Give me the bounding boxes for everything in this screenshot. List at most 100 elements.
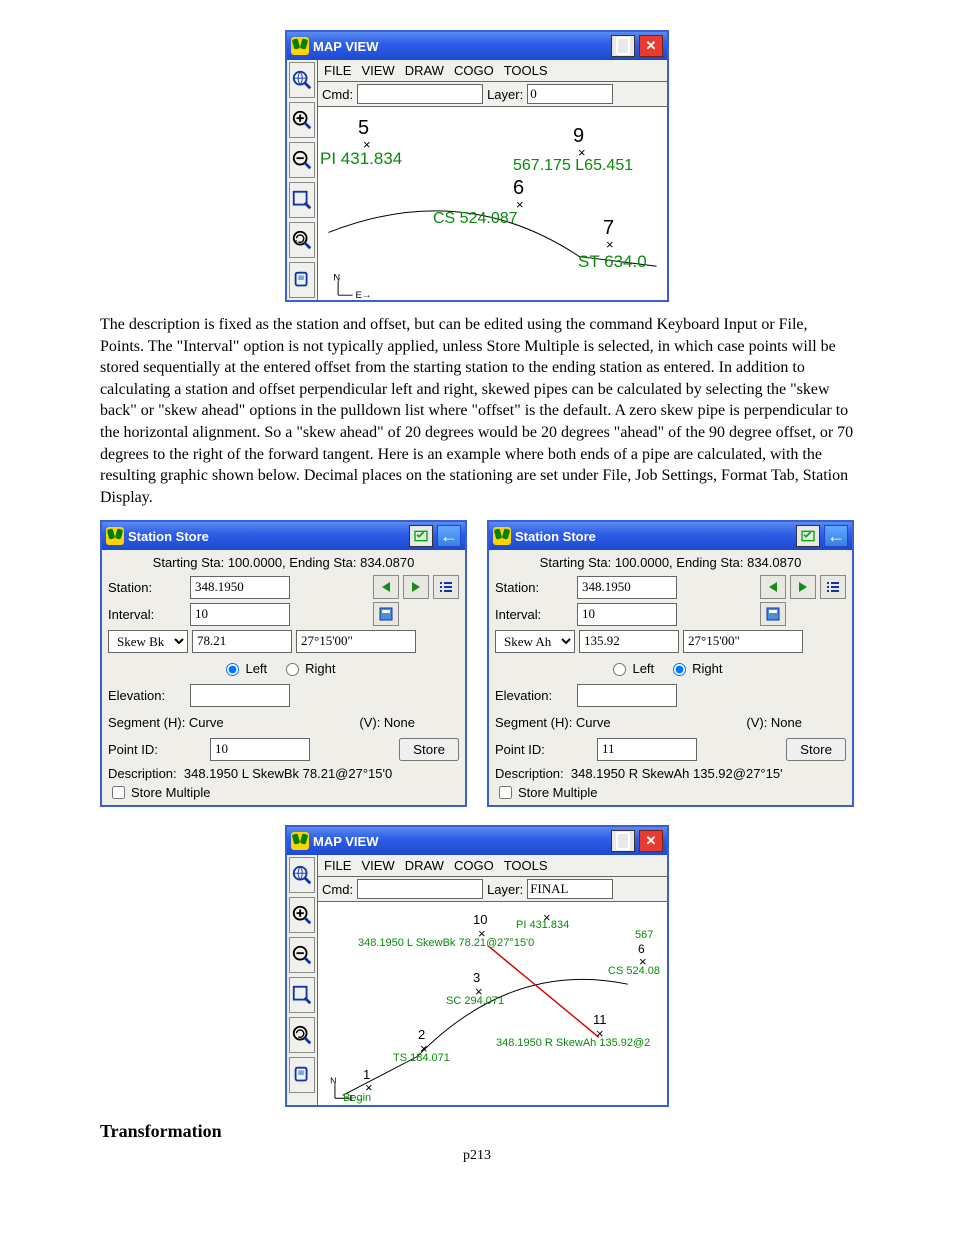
zoom-world-icon[interactable] (289, 62, 315, 98)
menu-draw[interactable]: DRAW (405, 858, 444, 873)
menu-draw[interactable]: DRAW (405, 63, 444, 78)
mapview-window-1: MAP VIEW ✕ FILE VIEW DRAW COGO TOOLS Cmd… (285, 30, 669, 302)
pi-label: PI 431.834 (516, 919, 569, 931)
skew-angle-input[interactable] (683, 630, 803, 653)
store-multiple-checkbox[interactable]: Store Multiple (495, 783, 597, 802)
zoom-in-icon[interactable] (289, 897, 315, 933)
prev-arrow-icon[interactable] (760, 575, 786, 599)
menubar: FILE VIEW DRAW COGO TOOLS (318, 60, 667, 82)
window-title: Station Store (128, 529, 209, 544)
elevation-input[interactable] (577, 684, 677, 707)
p567-label: 567 (635, 929, 653, 941)
list-icon[interactable] (820, 575, 846, 599)
menu-cogo[interactable]: COGO (454, 858, 494, 873)
back-button[interactable]: ← (437, 525, 461, 547)
sc-label: SC 294.071 (446, 995, 504, 1007)
menu-file[interactable]: FILE (324, 63, 351, 78)
zoom-world-icon[interactable] (289, 857, 315, 893)
skew-value-input[interactable] (192, 630, 292, 653)
map-canvas[interactable]: NE→ 5 × PI 431.834 9 × 567.175 L65.451 6… (318, 107, 667, 300)
store-multiple-checkbox[interactable]: Store Multiple (108, 783, 210, 802)
cmd-input[interactable] (357, 879, 483, 899)
left-radio[interactable]: Left (221, 660, 267, 676)
store-button[interactable]: Store (399, 738, 459, 761)
right-radio[interactable]: Right (668, 660, 722, 676)
layer-label: Layer: (487, 882, 523, 897)
cmd-input[interactable] (357, 84, 483, 104)
description-label: Description: (108, 766, 177, 781)
store-button[interactable]: Store (786, 738, 846, 761)
point-11: 11 (593, 1012, 607, 1027)
skewbk-label: 348.1950 L SkewBk 78.21@27°15'0 (358, 937, 534, 949)
station-input[interactable] (190, 576, 290, 599)
pointid-input[interactable] (597, 738, 697, 761)
zoom-out-icon[interactable] (289, 937, 315, 973)
left-radio[interactable]: Left (608, 660, 654, 676)
zoom-prev-icon[interactable] (289, 1017, 315, 1053)
back-button[interactable]: ← (824, 525, 848, 547)
menu-view[interactable]: VIEW (361, 63, 394, 78)
cs-label: CS 524.087 (433, 210, 518, 228)
next-arrow-icon[interactable] (790, 575, 816, 599)
menu-tools[interactable]: TOOLS (504, 63, 548, 78)
interval-input[interactable] (577, 603, 677, 626)
zoom-extents-icon[interactable] (289, 182, 315, 218)
app-logo-icon (291, 37, 309, 55)
calc-icon[interactable] (373, 602, 399, 626)
skew-select[interactable]: Skew Bk (108, 630, 188, 653)
skew-value-input[interactable] (579, 630, 679, 653)
station-input[interactable] (577, 576, 677, 599)
elevation-label: Elevation: (495, 688, 573, 703)
settings-button[interactable] (796, 525, 820, 547)
right-radio[interactable]: Right (281, 660, 335, 676)
interval-label: Interval: (108, 607, 186, 622)
close-button[interactable]: ✕ (639, 830, 663, 852)
app-logo-icon (291, 832, 309, 850)
list-icon[interactable] (433, 575, 459, 599)
zoom-prev-icon[interactable] (289, 222, 315, 258)
app-logo-icon (106, 527, 124, 545)
titlebar: MAP VIEW ✕ (287, 32, 667, 60)
cmd-label: Cmd: (322, 882, 353, 897)
map-canvas[interactable]: NE→ 10 × × PI 431.834 348.1950 L SkewBk … (318, 902, 667, 1105)
interval-label: Interval: (495, 607, 573, 622)
seg-label: 567.175 L65.451 (513, 157, 633, 175)
interval-input[interactable] (190, 603, 290, 626)
station-store-left: Station Store ← Starting Sta: 100.0000, … (100, 520, 467, 807)
layer-input[interactable] (527, 84, 613, 104)
svg-text:N: N (330, 1076, 336, 1086)
segment-h-label: Segment (H): Curve (108, 715, 224, 730)
close-button[interactable]: ✕ (639, 35, 663, 57)
elevation-input[interactable] (190, 684, 290, 707)
menu-view[interactable]: VIEW (361, 858, 394, 873)
pointid-input[interactable] (210, 738, 310, 761)
app-logo-icon (493, 527, 511, 545)
skew-angle-input[interactable] (296, 630, 416, 653)
st-label: ST 634.0 (578, 252, 647, 272)
window-title: MAP VIEW (313, 834, 379, 849)
menu-cogo[interactable]: COGO (454, 63, 494, 78)
cs-label: CS 524.08 (608, 965, 660, 977)
point-2: 2 (418, 1027, 425, 1042)
svg-text:E→: E→ (355, 290, 371, 300)
menu-file[interactable]: FILE (324, 858, 351, 873)
menu-tools[interactable]: TOOLS (504, 858, 548, 873)
layer-input[interactable] (527, 879, 613, 899)
zoom-extents-icon[interactable] (289, 977, 315, 1013)
pan-icon[interactable] (289, 1057, 315, 1093)
sta-range: Starting Sta: 100.0000, Ending Sta: 834.… (108, 553, 459, 572)
settings-button[interactable] (409, 525, 433, 547)
segment-v-label: (V): None (359, 715, 415, 730)
description-text: 348.1950 L SkewBk 78.21@27°15'0 (184, 766, 392, 781)
next-arrow-icon[interactable] (403, 575, 429, 599)
pi-label: PI 431.834 (320, 149, 402, 169)
pan-icon[interactable] (289, 262, 315, 298)
cmd-label: Cmd: (322, 87, 353, 102)
prev-arrow-icon[interactable] (373, 575, 399, 599)
calc-icon[interactable] (760, 602, 786, 626)
battery-icon (611, 35, 635, 57)
zoom-out-icon[interactable] (289, 142, 315, 178)
skew-select[interactable]: Skew Ah (495, 630, 575, 653)
begin-label: Begin (343, 1092, 371, 1104)
zoom-in-icon[interactable] (289, 102, 315, 138)
